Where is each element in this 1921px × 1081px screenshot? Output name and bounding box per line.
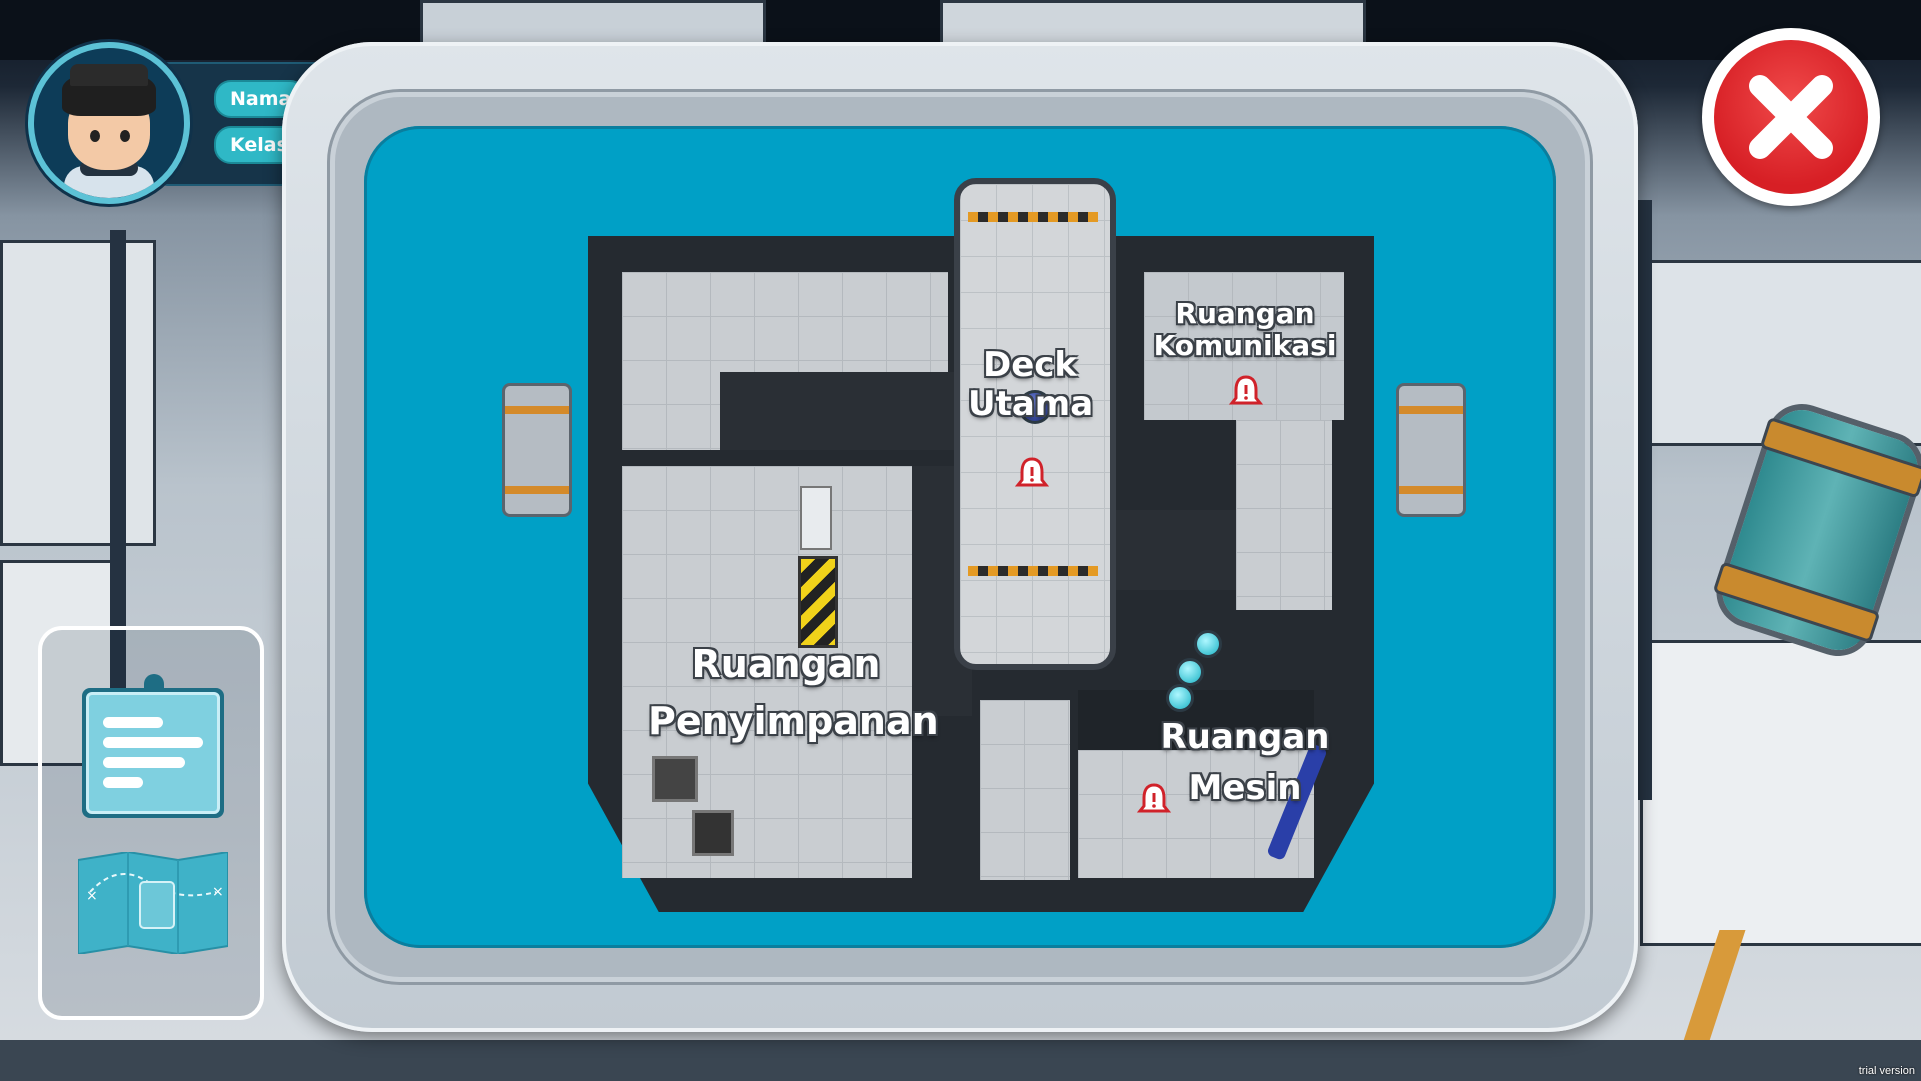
label-deck-utama: Deck Utama bbox=[968, 345, 1094, 425]
label-ruangan-mesin: Ruangan Mesin bbox=[1160, 717, 1330, 808]
label-ruangan-komunikasi: Ruangan Komunikasi bbox=[1153, 297, 1337, 363]
svg-text:×: × bbox=[212, 884, 224, 900]
alert-bell-icon[interactable] bbox=[1012, 454, 1052, 494]
crate-prop bbox=[798, 556, 838, 648]
label-ruangan-penyimpanan: Ruangan Penyimpanan bbox=[648, 642, 939, 743]
watermark-text: trial version bbox=[1858, 1065, 1915, 1077]
close-icon bbox=[1749, 75, 1833, 159]
close-button[interactable] bbox=[1702, 28, 1880, 206]
alert-bell-icon[interactable] bbox=[1134, 780, 1174, 820]
svg-text:×: × bbox=[86, 888, 98, 904]
alert-bell-icon[interactable] bbox=[1226, 372, 1266, 412]
station-pod-left bbox=[502, 383, 572, 517]
map-icon: × × bbox=[78, 852, 228, 954]
notes-icon bbox=[86, 692, 220, 814]
station-pod-right bbox=[1396, 383, 1466, 517]
avatar bbox=[28, 42, 190, 204]
side-menu: × × bbox=[38, 626, 264, 1020]
corridor-bottom bbox=[980, 700, 1070, 880]
room-right-corridor bbox=[1236, 420, 1332, 610]
map-button[interactable]: × × bbox=[78, 852, 228, 954]
notes-button[interactable] bbox=[82, 674, 224, 818]
